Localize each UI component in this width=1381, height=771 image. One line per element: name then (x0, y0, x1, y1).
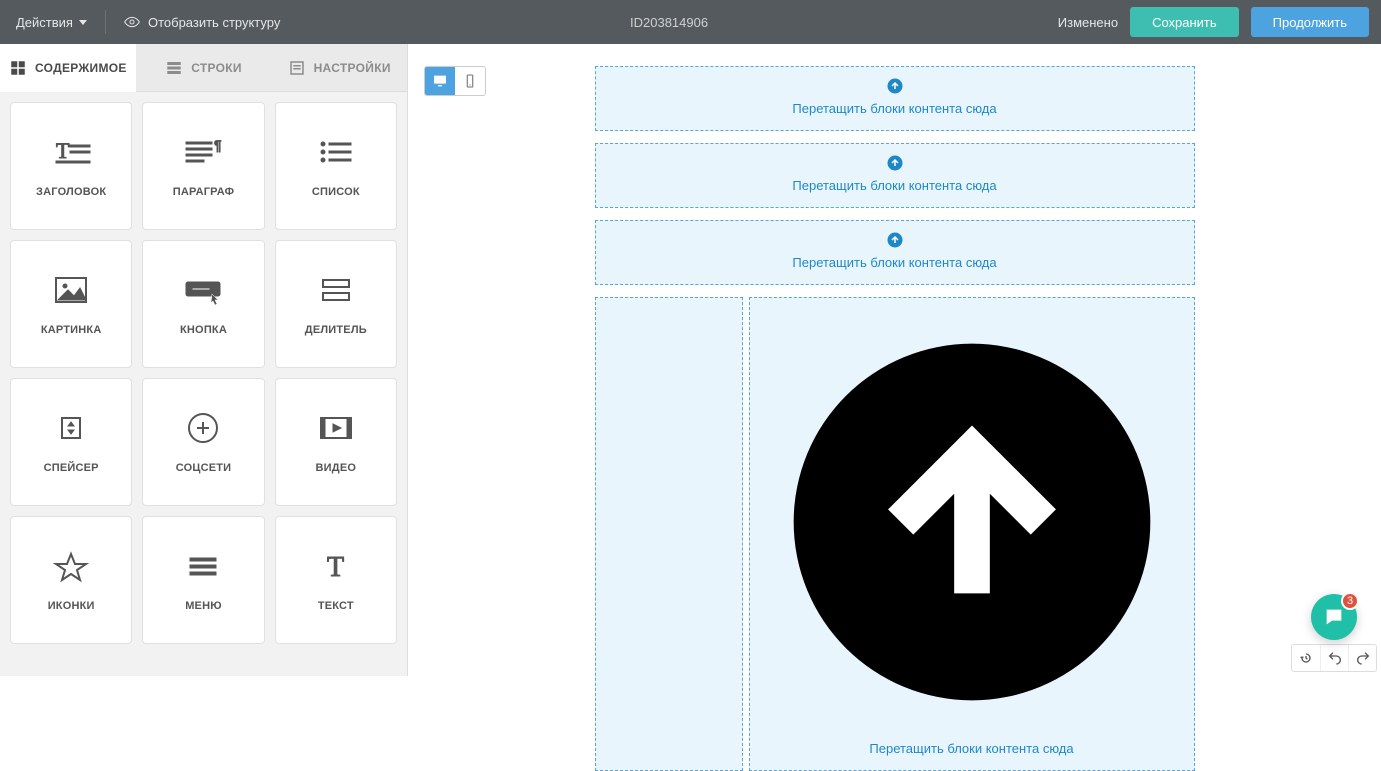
button-icon (180, 272, 226, 308)
eye-icon (124, 14, 140, 30)
drop-zone[interactable]: Перетащить блоки контента сюда (595, 220, 1195, 285)
drop-label: Перетащить блоки контента сюда (604, 101, 1186, 116)
toolbar-separator (105, 10, 106, 34)
device-switcher (424, 66, 486, 96)
image-icon (48, 272, 94, 308)
drop-zone-col[interactable]: Перетащить блоки контента сюда (749, 297, 1195, 771)
divider-icon (313, 272, 359, 308)
block-video[interactable]: ВИДЕО (275, 378, 397, 506)
video-icon (313, 410, 359, 446)
block-label: КАРТИНКА (41, 324, 102, 336)
drop-label: Перетащить блоки контента сюда (604, 255, 1186, 270)
top-toolbar: Действия Отобразить структуру ID20381490… (0, 0, 1381, 44)
tab-content[interactable]: СОДЕРЖИМОЕ (0, 44, 136, 92)
arrow-up-circle-icon (758, 308, 1186, 741)
block-label: ИКОНКИ (48, 600, 95, 612)
svg-text:¶: ¶ (214, 137, 222, 153)
block-divider[interactable]: ДЕЛИТЕЛЬ (275, 240, 397, 368)
paragraph-icon: ¶ (180, 134, 226, 170)
block-social[interactable]: СОЦСЕТИ (142, 378, 264, 506)
drop-zone-col[interactable] (595, 297, 743, 771)
block-heading[interactable]: T ЗАГОЛОВОК (10, 102, 132, 230)
drop-zone[interactable]: Перетащить блоки контента сюда (595, 66, 1195, 131)
block-image[interactable]: КАРТИНКА (10, 240, 132, 368)
block-label: СПИСОК (312, 186, 360, 198)
text-icon: T (313, 548, 359, 584)
block-paragraph[interactable]: ¶ ПАРАГРАФ (142, 102, 264, 230)
block-label: ТЕКСТ (318, 600, 354, 612)
save-button[interactable]: Сохранить (1130, 7, 1239, 37)
block-icons[interactable]: ИКОНКИ (10, 516, 132, 644)
actions-label: Действия (16, 15, 73, 30)
canvas-area: Перетащить блоки контента сюда Перетащит… (408, 44, 1381, 676)
block-text[interactable]: T ТЕКСТ (275, 516, 397, 644)
history-controls (1291, 644, 1377, 672)
device-mobile-button[interactable] (455, 67, 485, 95)
social-icon (180, 410, 226, 446)
list-icon (313, 134, 359, 170)
block-label: ДЕЛИТЕЛЬ (305, 324, 367, 336)
chat-launcher[interactable]: 3 (1311, 594, 1357, 640)
block-button[interactable]: КНОПКА (142, 240, 264, 368)
continue-button[interactable]: Продолжить (1251, 7, 1369, 37)
block-label: КНОПКА (180, 324, 227, 336)
svg-text:T: T (327, 552, 344, 583)
spacer-icon (48, 410, 94, 446)
history-button[interactable] (1292, 645, 1320, 671)
tab-settings-label: НАСТРОЙКИ (314, 61, 391, 75)
document-id: ID203814906 (280, 15, 1057, 30)
star-icon (48, 548, 94, 584)
device-desktop-button[interactable] (425, 67, 455, 95)
drop-zone[interactable]: Перетащить блоки контента сюда (595, 143, 1195, 208)
arrow-up-circle-icon (886, 154, 904, 172)
tab-rows-label: СТРОКИ (191, 61, 242, 75)
block-label: СПЕЙСЕР (44, 462, 99, 474)
show-structure-toggle[interactable]: Отобразить структуру (124, 14, 280, 30)
save-status: Изменено (1058, 15, 1118, 30)
block-menu[interactable]: МЕНЮ (142, 516, 264, 644)
drop-zone-row: Перетащить блоки контента сюда (595, 297, 1195, 771)
block-list[interactable]: СПИСОК (275, 102, 397, 230)
grid-icon (9, 59, 27, 77)
arrow-up-circle-icon (886, 77, 904, 95)
drop-label: Перетащить блоки контента сюда (758, 741, 1186, 756)
tab-rows[interactable]: СТРОКИ (136, 44, 272, 92)
block-label: ВИДЕО (316, 462, 357, 474)
editor-canvas: Перетащить блоки контента сюда Перетащит… (595, 66, 1195, 771)
block-label: ЗАГОЛОВОК (36, 186, 106, 198)
show-structure-label: Отобразить структуру (148, 15, 280, 30)
block-label: МЕНЮ (185, 600, 222, 612)
chat-badge: 3 (1341, 592, 1359, 610)
blocks-grid: T ЗАГОЛОВОК ¶ ПАРАГРАФ СПИСОК КАРТИНКА (0, 92, 407, 676)
settings-icon (288, 59, 306, 77)
left-tabs: СОДЕРЖИМОЕ СТРОКИ НАСТРОЙКИ (0, 44, 407, 92)
undo-button[interactable] (1320, 645, 1348, 671)
block-label: ПАРАГРАФ (173, 186, 234, 198)
rows-icon (165, 59, 183, 77)
heading-icon: T (48, 134, 94, 170)
block-spacer[interactable]: СПЕЙСЕР (10, 378, 132, 506)
actions-dropdown[interactable]: Действия (16, 15, 87, 30)
tab-content-label: СОДЕРЖИМОЕ (35, 61, 127, 75)
tab-settings[interactable]: НАСТРОЙКИ (271, 44, 407, 92)
svg-text:T: T (56, 138, 70, 163)
chevron-down-icon (79, 20, 87, 25)
drop-label: Перетащить блоки контента сюда (604, 178, 1186, 193)
arrow-up-circle-icon (886, 231, 904, 249)
left-panel: СОДЕРЖИМОЕ СТРОКИ НАСТРОЙКИ T ЗАГОЛОВОК … (0, 44, 408, 676)
block-label: СОЦСЕТИ (176, 462, 232, 474)
menu-icon (180, 548, 226, 584)
redo-button[interactable] (1348, 645, 1376, 671)
